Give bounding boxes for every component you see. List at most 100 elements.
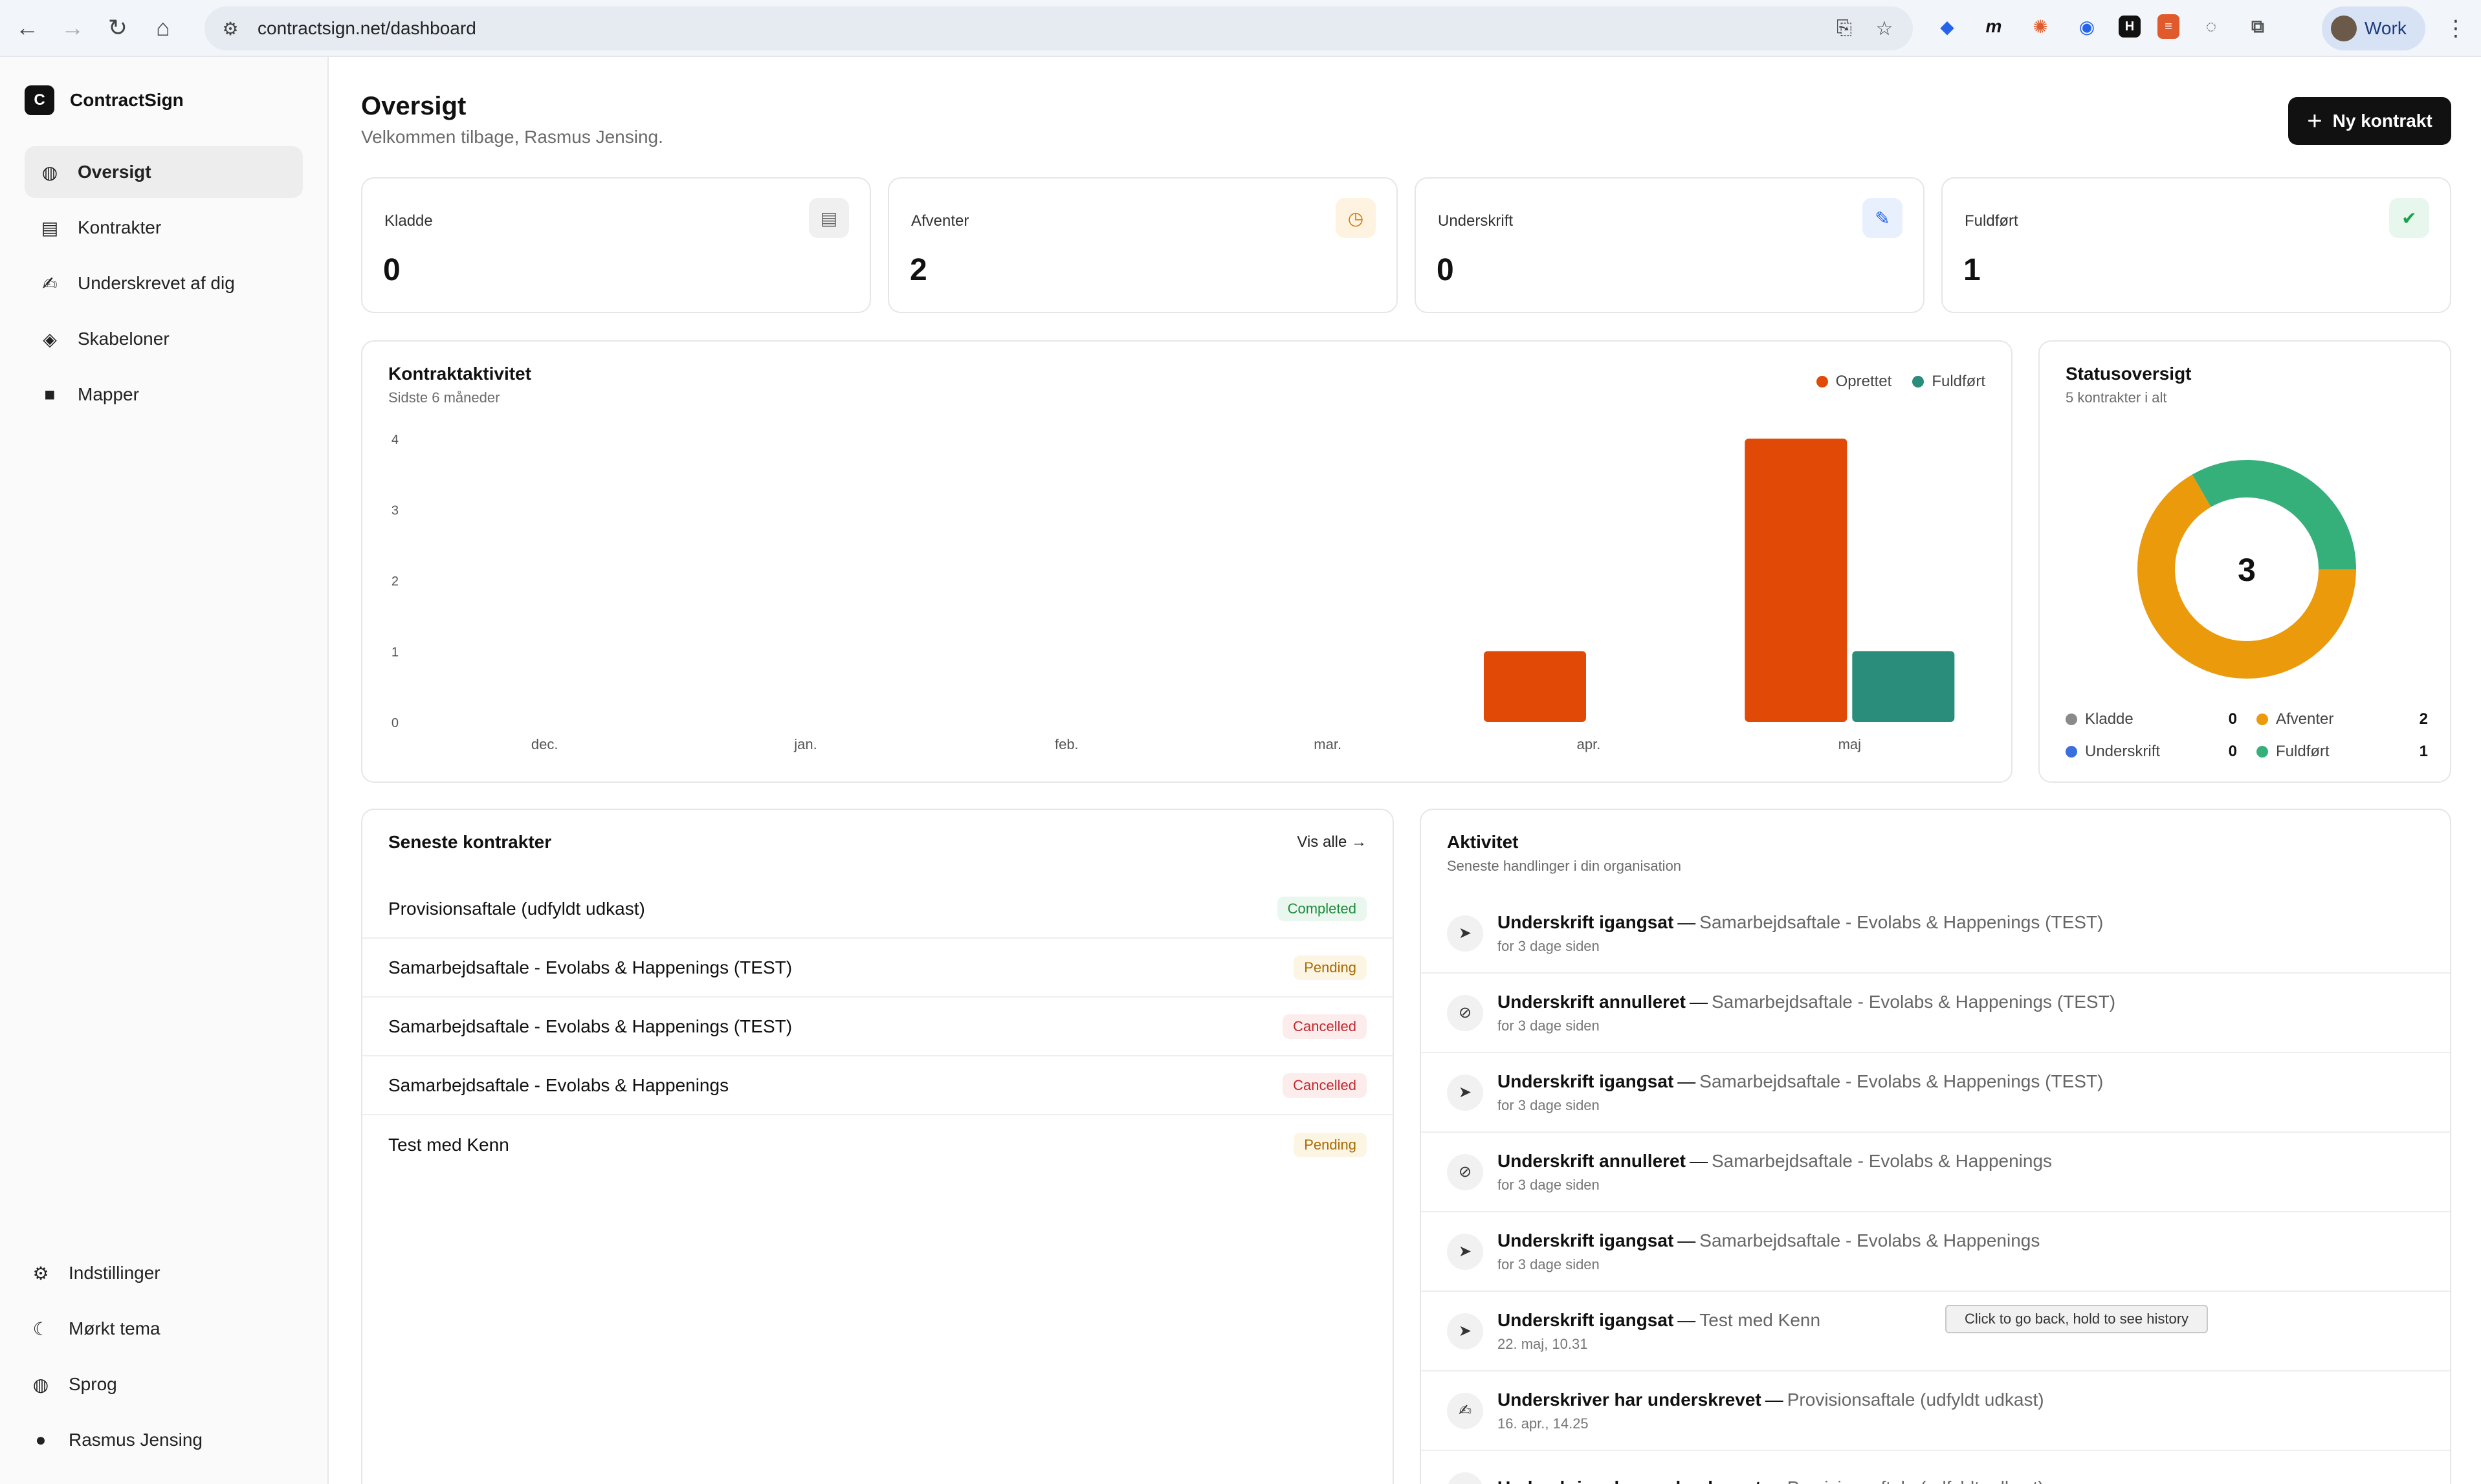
file-icon: ▤ — [41, 217, 59, 238]
site-settings-icon[interactable]: ⚙ — [217, 16, 243, 41]
legend-value: 0 — [2228, 743, 2237, 760]
install-app-icon[interactable]: ⎘ — [1831, 16, 1857, 41]
activity-list: ➤ Underskrift igangsat — Samarbejdsaftale … — [1421, 894, 2450, 1484]
send-icon: ➤ — [1447, 915, 1483, 952]
list-item[interactable]: ⊘ Underskrift annulleret — Samarbejdsaftal… — [1421, 974, 2450, 1053]
list-item[interactable]: ➤ Underskrift igangsat — Test med Kenn 22. … — [1421, 1292, 2450, 1371]
table-row[interactable]: Samarbejdsaftale - Evolabs & Happenings … — [362, 939, 1393, 998]
stat-card-kladde[interactable]: Kladde 0 ▤ — [361, 177, 871, 313]
sidebar-item-language[interactable]: ◍ Sprog — [25, 1359, 303, 1410]
extension-m-icon[interactable]: m — [1979, 12, 2009, 41]
send-icon: ➤ — [1447, 1074, 1483, 1111]
activity-target: Samarbejdsaftale - Evolabs & Happenings — [1711, 1150, 2053, 1171]
extension-circle-icon[interactable]: ◌ — [2196, 12, 2226, 41]
bookmark-star-icon[interactable]: ☆ — [1871, 16, 1897, 41]
bar-oprettet-maj — [1745, 439, 1847, 722]
sidebar-item-settings[interactable]: ⚙ Indstillinger — [25, 1247, 303, 1299]
activity-time: for 3 dage siden — [1497, 1176, 1600, 1193]
legend-value: 2 — [2419, 710, 2428, 728]
sidebar-item-underskrevet[interactable]: ✍ Underskrevet af dig — [25, 257, 303, 309]
table-row[interactable]: Samarbejdsaftale - Evolabs & Happenings … — [362, 1056, 1393, 1115]
legend-swatch — [2066, 746, 2077, 758]
activity-action: Underskrift igangsat — [1497, 911, 1674, 932]
sidebar-item-kontrakter[interactable]: ▤ Kontrakter — [25, 202, 303, 254]
status-badge: Cancelled — [1283, 1073, 1367, 1098]
table-row[interactable]: Test med Kenn Pending — [362, 1115, 1393, 1174]
address-bar[interactable]: ⚙ contractsign.net/dashboard ⎘ ☆ — [204, 6, 1913, 50]
status-legend-afventer: Afventer 2 — [2256, 710, 2428, 728]
extensions-puzzle-icon[interactable]: ⧉ — [2243, 12, 2273, 41]
extension-burst-icon[interactable]: ✺ — [2025, 12, 2055, 41]
list-item[interactable]: ✍ Underskriver har underskrevet—Provisio… — [1421, 1451, 2450, 1484]
forward-icon[interactable]: → — [54, 10, 91, 46]
legend-label: Afventer — [2276, 710, 2334, 728]
sidebar-item-oversigt[interactable]: ◍ Oversigt — [25, 146, 303, 198]
status-badge: Pending — [1294, 955, 1367, 980]
sidebar-item-label: Sprog — [69, 1374, 117, 1394]
home-icon[interactable]: ⌂ — [145, 10, 181, 46]
signature-icon: ✎ — [1862, 198, 1902, 238]
sidebar-item-skabeloner[interactable]: ◈ Skabeloner — [25, 313, 303, 365]
send-icon: ➤ — [1447, 1313, 1483, 1349]
back-icon[interactable]: ← — [9, 10, 45, 46]
activity-title: Aktivitet — [1447, 832, 1519, 852]
sidebar: C ContractSign ◍ Oversigt ▤ Kontrakter ✍… — [0, 57, 329, 1484]
activity-time: 16. apr., 14.25 — [1497, 1415, 1589, 1432]
see-all-link[interactable]: Vis alle → — [1297, 833, 1367, 851]
list-item[interactable]: ✍ Underskriver har underskrevet—Provisio… — [1421, 1371, 2450, 1451]
signature-icon: ✍ — [42, 273, 58, 294]
clock-icon: ◷ — [1336, 198, 1376, 238]
stat-card-fuldfort[interactable]: Fuldført 1 ✔ — [1941, 177, 2451, 313]
contract-name: Samarbejdsaftale - Evolabs & Happenings — [388, 1075, 729, 1095]
activity-time: for 3 dage siden — [1497, 937, 1600, 954]
extension-h-icon[interactable]: H — [2119, 16, 2141, 38]
y-tick-label: 2 — [391, 574, 399, 589]
activity-time: for 3 dage siden — [1497, 1017, 1600, 1034]
address-url[interactable]: contractsign.net/dashboard — [258, 18, 476, 39]
activity-target: Samarbejdsaftale - Evolabs & Happenings … — [1699, 1071, 2104, 1091]
status-badge: Pending — [1294, 1132, 1367, 1157]
activity-action: Underskrift igangsat — [1497, 1309, 1674, 1330]
stat-label: Kladde — [384, 212, 433, 230]
sidebar-item-dark-theme[interactable]: ☾ Mørkt tema — [25, 1303, 303, 1355]
signature-icon: ✍ — [1447, 1392, 1483, 1429]
list-item[interactable]: ➤ Underskrift igangsat — Samarbejdsaftale … — [1421, 894, 2450, 974]
page-subtitle: Velkommen tilbage, Rasmus Jensing. — [361, 127, 663, 147]
list-item[interactable]: ⊘ Underskrift annulleret — Samarbejdsaftal… — [1421, 1133, 2450, 1212]
document-icon: ▤ — [809, 198, 849, 238]
activity-target: Samarbejdsaftale - Evolabs & Happenings … — [1711, 991, 2116, 1012]
sidebar-footer: ⚙ Indstillinger ☾ Mørkt tema ◍ Sprog ● R… — [25, 1247, 303, 1470]
new-contract-button[interactable]: + Ny kontrakt — [2288, 97, 2451, 145]
sidebar-item-mapper[interactable]: ■ Mapper — [25, 369, 303, 420]
list-item[interactable]: ➤ Underskrift igangsat — Samarbejdsaftale … — [1421, 1053, 2450, 1133]
profile-button[interactable]: Work — [2322, 6, 2425, 50]
extension-doc-icon[interactable]: ≡ — [2157, 14, 2179, 39]
status-badge: Completed — [1277, 896, 1367, 921]
reload-icon[interactable]: ↻ — [100, 10, 136, 46]
check-circle-icon: ✔ — [2389, 198, 2429, 238]
list-item[interactable]: ➤ Underskrift igangsat — Samarbejdsaftale … — [1421, 1212, 2450, 1292]
table-row[interactable]: Samarbejdsaftale - Evolabs & Happenings … — [362, 998, 1393, 1056]
extension-radar-icon[interactable]: ◉ — [2072, 12, 2102, 41]
table-row[interactable]: Provisionsaftale (udfyldt udkast) Comple… — [362, 880, 1393, 939]
sidebar-item-user[interactable]: ● Rasmus Jensing — [25, 1414, 303, 1466]
donut-center-value: 3 — [2238, 552, 2256, 588]
activity-target: Provisionsaftale (udfyldt udkast) — [1787, 1478, 2044, 1484]
gear-icon: ⚙ — [32, 1263, 49, 1283]
stat-card-underskrift[interactable]: Underskrift 0 ✎ — [1415, 177, 1924, 313]
stat-card-afventer[interactable]: Afventer 2 ◷ — [888, 177, 1398, 313]
activity-time: for 3 dage siden — [1497, 1256, 1600, 1272]
legend-value: 1 — [2419, 743, 2428, 760]
activity-subtitle: Seneste handlinger i din organisation — [1447, 858, 1682, 874]
avatar — [2331, 16, 2357, 41]
status-legend-underskrift: Underskrift 0 — [2066, 743, 2237, 761]
stat-label: Underskrift — [1438, 212, 1514, 230]
browser-menu-icon[interactable]: ⋮ — [2440, 12, 2472, 45]
stat-value: 1 — [1963, 253, 1981, 287]
extension-tag-icon[interactable]: ◆ — [1932, 12, 1962, 41]
x-tick-label: maj — [1838, 736, 1861, 752]
profile-label: Work — [2365, 18, 2407, 38]
activity-time: for 3 dage siden — [1497, 1097, 1600, 1113]
back-button-tooltip: Click to go back, hold to see history — [1945, 1305, 2208, 1333]
brand[interactable]: C ContractSign — [25, 85, 184, 115]
